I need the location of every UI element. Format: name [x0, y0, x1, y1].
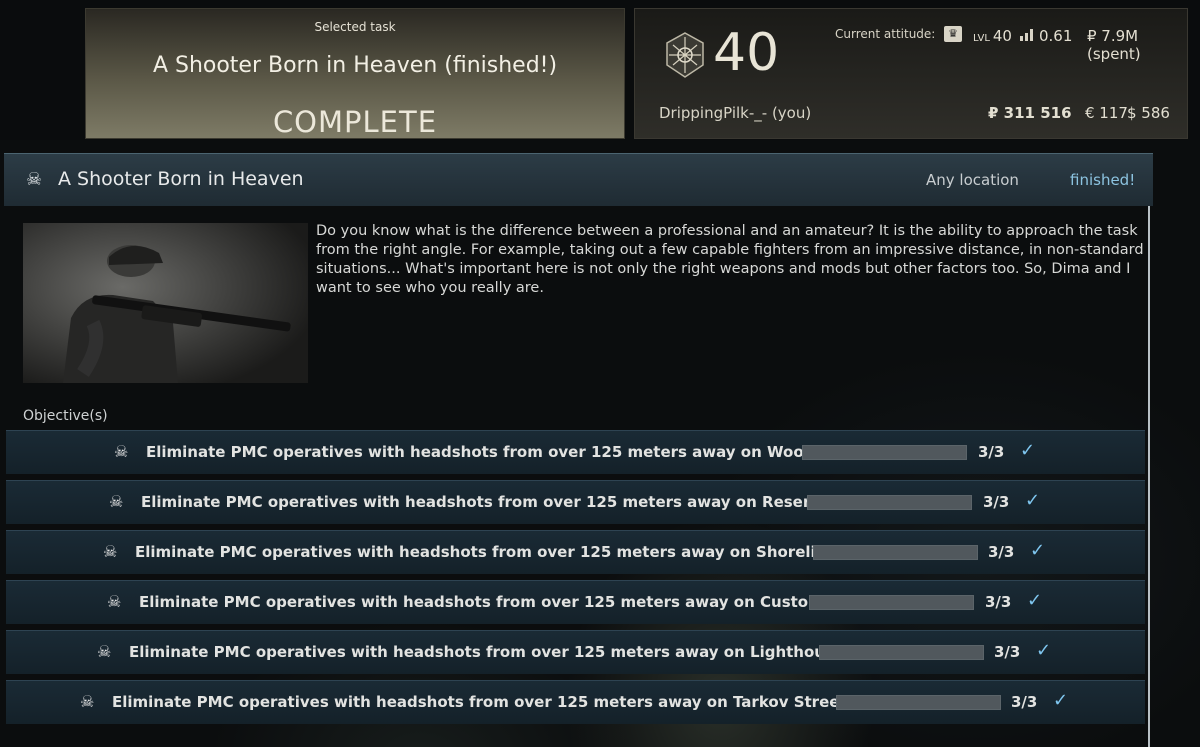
skull-icon: ☠ — [103, 542, 118, 561]
task-description: Do you know what is the difference betwe… — [316, 223, 1144, 296]
crown-icon: ♛ — [944, 26, 962, 42]
euros-balance: € 117 — [1085, 104, 1128, 122]
progress-fill — [810, 596, 973, 609]
checkmark-icon: ✓ — [1053, 690, 1069, 711]
objective-row: ☠ Eliminate PMC operatives with headshot… — [6, 580, 1145, 624]
objective-row: ☠ Eliminate PMC operatives with headshot… — [6, 480, 1145, 524]
objective-text: Eliminate PMC operatives with headshots … — [135, 543, 837, 561]
checkmark-icon: ✓ — [1036, 640, 1052, 661]
objective-text: Eliminate PMC operatives with headshots … — [141, 493, 831, 511]
skull-icon: ☠ — [109, 492, 124, 511]
skull-icon: ☠ — [107, 592, 122, 611]
progress-fill — [820, 646, 983, 659]
roubles-balance: ₽ 311 516 — [988, 104, 1072, 122]
checkmark-icon: ✓ — [1027, 590, 1043, 611]
objective-row: ☠ Eliminate PMC operatives with headshot… — [6, 530, 1145, 574]
task-state: finished! — [1070, 171, 1136, 189]
roubles-value: ₽ 311 516 — [988, 104, 1072, 122]
objective-count: 3/3 — [985, 593, 1012, 611]
objective-progress-bar — [819, 645, 984, 660]
task-header[interactable]: ☠ A Shooter Born in Heaven Any location … — [4, 153, 1153, 206]
player-name: DrippingPilk-_- (you) — [659, 104, 812, 122]
profile-panel: 40 DrippingPilk-_- (you) Current attitud… — [634, 8, 1188, 139]
checkmark-icon: ✓ — [1025, 490, 1041, 511]
objectives-label: Objective(s) — [23, 408, 108, 424]
selected-task-label: Selected task — [314, 20, 396, 34]
progress-fill — [814, 546, 977, 559]
task-name: A Shooter Born in Heaven — [58, 168, 304, 190]
skull-icon: ☠ — [80, 692, 95, 711]
objective-row: ☠ Eliminate PMC operatives with headshot… — [6, 680, 1145, 724]
checkmark-icon: ✓ — [1030, 540, 1046, 561]
objective-text: Eliminate PMC operatives with headshots … — [112, 693, 856, 711]
skull-icon: ☠ — [97, 642, 112, 661]
scrollbar[interactable] — [1148, 206, 1150, 747]
player-level: 40 — [713, 23, 780, 83]
attitude-label: Current attitude: — [835, 27, 936, 41]
checkmark-icon: ✓ — [1020, 440, 1036, 461]
objective-progress-bar — [807, 495, 972, 510]
progress-fill — [808, 496, 971, 509]
objective-count: 3/3 — [983, 493, 1010, 511]
selected-task-title: A Shooter Born in Heaven (finished!) — [152, 53, 558, 78]
objective-count: 3/3 — [994, 643, 1021, 661]
objective-count: 3/3 — [988, 543, 1015, 561]
objective-count: 3/3 — [978, 443, 1005, 461]
progress-fill — [803, 446, 966, 459]
trader-level-value: 40 — [992, 27, 1012, 45]
trader-level: LVL 40 — [973, 27, 1012, 45]
objective-row: ☠ Eliminate PMC operatives with headshot… — [6, 630, 1145, 674]
objective-row: ☠ Eliminate PMC operatives with headshot… — [6, 430, 1145, 474]
objective-text: Eliminate PMC operatives with headshots … — [129, 643, 845, 661]
lvl-tag: LVL — [973, 33, 990, 44]
spent-value: ₽ 7.9M (spent) — [1087, 27, 1141, 63]
objective-progress-bar — [836, 695, 1001, 710]
objective-progress-bar — [802, 445, 967, 460]
objective-text: Eliminate PMC operatives with headshots … — [146, 443, 824, 461]
standing-value: 0.61 — [1039, 27, 1073, 45]
objective-count: 3/3 — [1011, 693, 1038, 711]
objective-progress-bar — [813, 545, 978, 560]
trader-portrait — [23, 223, 308, 383]
signal-bars-icon — [1019, 27, 1035, 45]
task-location: Any location — [926, 171, 1019, 189]
progress-fill — [837, 696, 1000, 709]
selected-task-panel: Selected task A Shooter Born in Heaven (… — [85, 8, 625, 139]
dollars-balance: $ 586 — [1127, 104, 1170, 122]
task-status: COMPLETE — [272, 105, 438, 139]
rank-badge-icon — [666, 32, 704, 78]
objective-progress-bar — [809, 595, 974, 610]
skull-icon: ☠ — [26, 169, 43, 190]
skull-icon: ☠ — [114, 442, 129, 461]
objective-text: Eliminate PMC operatives with headshots … — [139, 593, 833, 611]
